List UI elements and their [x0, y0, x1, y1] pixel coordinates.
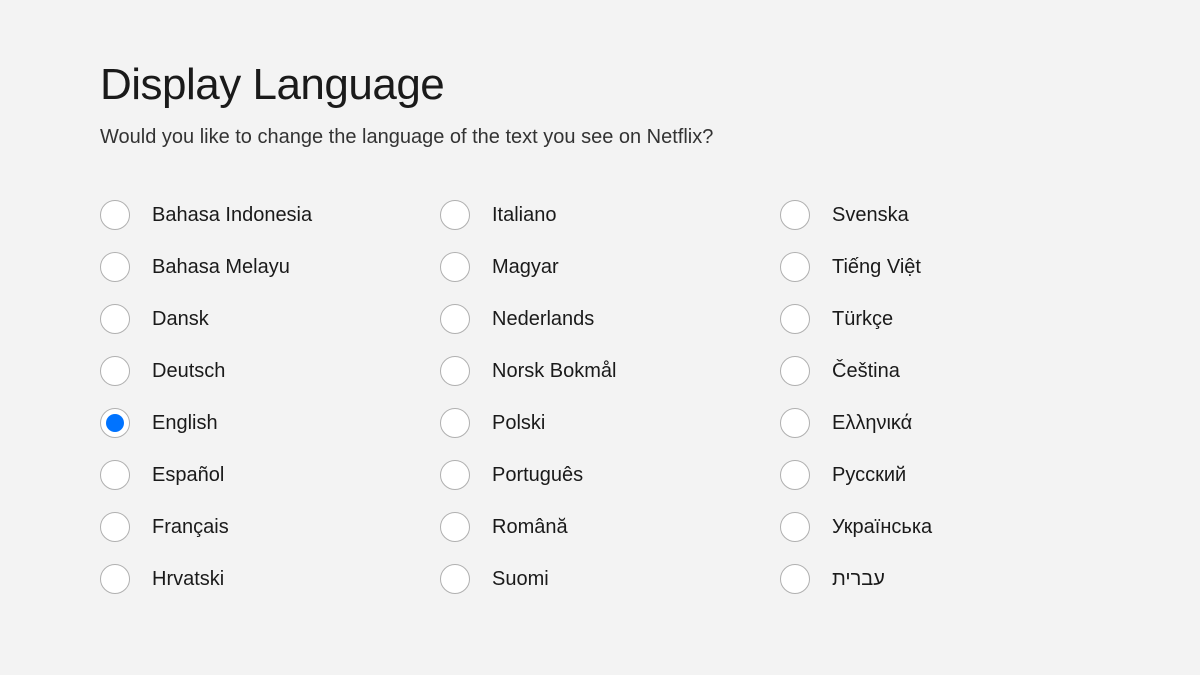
language-label: Українська	[832, 516, 932, 539]
radio-button-icon	[440, 304, 470, 334]
language-label: Tiếng Việt	[832, 256, 921, 279]
language-label: Français	[152, 516, 229, 539]
language-option[interactable]: Русский	[780, 449, 1100, 501]
language-option[interactable]: Français	[100, 501, 420, 553]
language-label: Deutsch	[152, 360, 225, 383]
radio-button-icon	[440, 408, 470, 438]
language-option[interactable]: Română	[440, 501, 760, 553]
language-option[interactable]: English	[100, 397, 420, 449]
radio-button-icon	[440, 200, 470, 230]
language-label: Hrvatski	[152, 568, 224, 591]
language-label: English	[152, 412, 218, 435]
language-option[interactable]: Hrvatski	[100, 553, 420, 605]
language-grid: Bahasa Indonesia Italiano Svenska Bahasa Me…	[100, 189, 1100, 605]
language-label: Türkçe	[832, 308, 893, 331]
radio-button-icon	[780, 356, 810, 386]
page-subtitle: Would you like to change the language of…	[100, 126, 1100, 149]
language-option[interactable]: Norsk Bokmål	[440, 345, 760, 397]
radio-button-icon	[780, 564, 810, 594]
language-label: Español	[152, 464, 224, 487]
language-option[interactable]: Tiếng Việt	[780, 241, 1100, 293]
language-label: Suomi	[492, 568, 549, 591]
language-option[interactable]: Čeština	[780, 345, 1100, 397]
radio-button-icon	[780, 200, 810, 230]
radio-button-icon	[780, 252, 810, 282]
language-option[interactable]: Deutsch	[100, 345, 420, 397]
language-label: Bahasa Melayu	[152, 256, 290, 279]
radio-button-icon	[100, 356, 130, 386]
radio-button-icon	[100, 460, 130, 490]
radio-button-icon	[780, 304, 810, 334]
radio-button-icon	[780, 512, 810, 542]
language-label: Português	[492, 464, 583, 487]
language-option[interactable]: Türkçe	[780, 293, 1100, 345]
language-option[interactable]: עברית	[780, 553, 1100, 605]
language-option[interactable]: Ελληνικά	[780, 397, 1100, 449]
radio-button-icon	[780, 460, 810, 490]
radio-dot-icon	[106, 414, 124, 432]
radio-button-icon	[780, 408, 810, 438]
language-option[interactable]: Polski	[440, 397, 760, 449]
language-label: Română	[492, 516, 568, 539]
radio-button-icon	[440, 564, 470, 594]
language-option[interactable]: Suomi	[440, 553, 760, 605]
language-label: Magyar	[492, 256, 559, 279]
language-label: Polski	[492, 412, 545, 435]
language-option[interactable]: Dansk	[100, 293, 420, 345]
language-label: Svenska	[832, 204, 909, 227]
language-label: Čeština	[832, 360, 900, 383]
radio-button-icon	[440, 512, 470, 542]
language-option[interactable]: Svenska	[780, 189, 1100, 241]
language-option[interactable]: Magyar	[440, 241, 760, 293]
radio-button-icon	[440, 252, 470, 282]
language-label: Nederlands	[492, 308, 594, 331]
radio-button-icon	[100, 408, 130, 438]
language-label: Dansk	[152, 308, 209, 331]
radio-button-icon	[440, 356, 470, 386]
language-label: Italiano	[492, 204, 557, 227]
language-option[interactable]: Bahasa Indonesia	[100, 189, 420, 241]
radio-button-icon	[100, 200, 130, 230]
radio-button-icon	[100, 304, 130, 334]
language-label: Русский	[832, 464, 906, 487]
radio-button-icon	[100, 564, 130, 594]
language-option[interactable]: Bahasa Melayu	[100, 241, 420, 293]
language-option[interactable]: Nederlands	[440, 293, 760, 345]
language-settings-container: Display Language Would you like to chang…	[0, 0, 1200, 605]
language-option[interactable]: Português	[440, 449, 760, 501]
language-label: Norsk Bokmål	[492, 360, 616, 383]
language-option[interactable]: Italiano	[440, 189, 760, 241]
radio-button-icon	[100, 252, 130, 282]
radio-button-icon	[440, 460, 470, 490]
language-label: Bahasa Indonesia	[152, 204, 312, 227]
language-label: Ελληνικά	[832, 412, 912, 435]
language-label: עברית	[832, 568, 885, 591]
language-option[interactable]: Español	[100, 449, 420, 501]
radio-button-icon	[100, 512, 130, 542]
page-title: Display Language	[100, 60, 1100, 110]
language-option[interactable]: Українська	[780, 501, 1100, 553]
